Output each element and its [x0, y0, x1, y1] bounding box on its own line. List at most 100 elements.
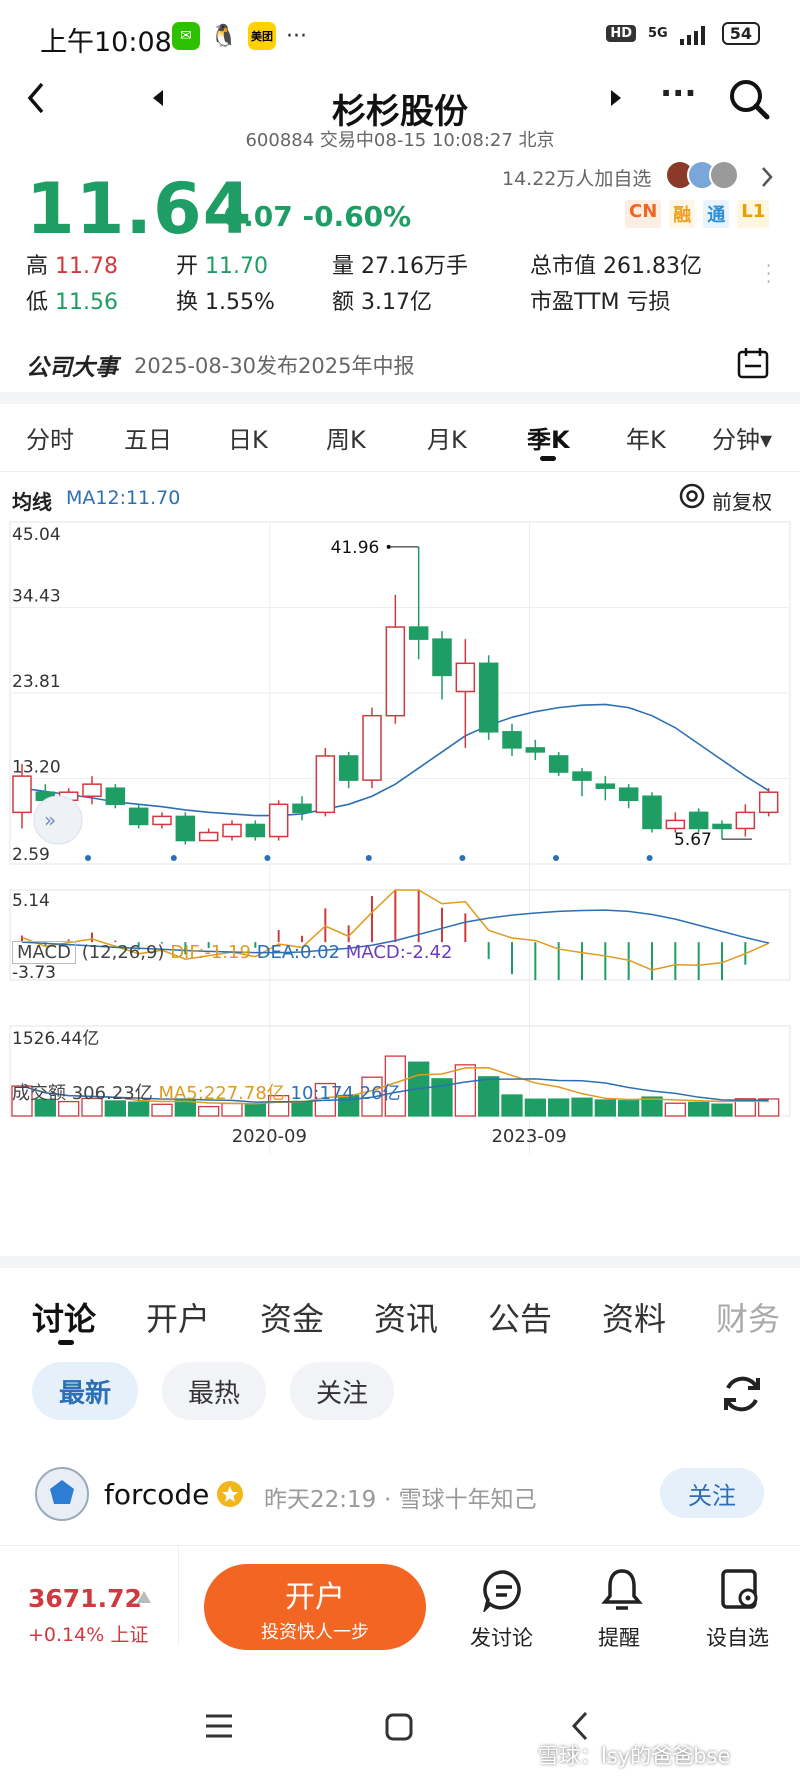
candle-body: [548, 755, 569, 773]
more-icon[interactable]: ···: [660, 74, 696, 112]
company-events[interactable]: 公司大事 2025-08-30发布2025年中报: [0, 338, 800, 398]
open-account-button[interactable]: 开户 投资快人一步: [204, 1564, 426, 1650]
y-tick-label: 45.04: [12, 525, 61, 545]
volume-bar: [501, 1094, 523, 1117]
turnover-value: 1.55%: [205, 290, 275, 315]
tab-profile[interactable]: 资料: [602, 1294, 666, 1340]
tab-daily[interactable]: 日K: [228, 420, 268, 455]
post-username[interactable]: forcode: [104, 1478, 209, 1511]
volume-bar: [221, 1102, 243, 1117]
tab-five-day[interactable]: 五日: [124, 420, 172, 455]
candle-body: [455, 662, 476, 693]
candle-body: [338, 755, 359, 781]
dif-value: DIF:-1.19: [170, 942, 251, 963]
high-label: 高: [26, 254, 49, 279]
kline-chart-area[interactable]: 均线 MA12:11.70 前复权 45.04 34.43 23.81 13.20 2.…: [0, 472, 800, 1260]
amount-label: 额: [332, 290, 355, 315]
active-tab-indicator: [540, 456, 556, 461]
calendar-icon[interactable]: [736, 346, 770, 380]
avatar: [709, 160, 739, 190]
tab-funds[interactable]: 资金: [260, 1294, 324, 1340]
ma5-value: MA5:227.78亿: [158, 1083, 285, 1104]
filter-following[interactable]: 关注: [290, 1362, 394, 1420]
tab-minute[interactable]: 分钟▾: [712, 420, 772, 455]
pe-label: 市盈TTM: [530, 290, 620, 315]
tab-intraday[interactable]: 分时: [26, 420, 74, 455]
expand-chevrons-icon: »: [44, 808, 56, 832]
alert-label[interactable]: 提醒: [598, 1622, 640, 1652]
discuss-icon[interactable]: [482, 1568, 526, 1612]
volume-bar: [524, 1098, 546, 1117]
stock-header: 杉杉股份 600884 交易中08-15 10:08:27 北京 ···: [0, 74, 800, 166]
tab-financials[interactable]: 财务: [716, 1294, 780, 1340]
menu-icon[interactable]: [204, 1712, 234, 1740]
candle-body: [595, 783, 616, 789]
next-stock-icon[interactable]: [608, 88, 624, 108]
settings-gear-icon[interactable]: [676, 480, 708, 512]
price-change: -0.07 -0.60%: [212, 200, 412, 233]
candle-body: [222, 823, 242, 838]
tab-discuss[interactable]: 讨论: [32, 1294, 96, 1340]
home-icon[interactable]: [384, 1712, 414, 1742]
volume-bar: [151, 1103, 173, 1117]
search-icon[interactable]: [728, 78, 770, 120]
low-label: 低: [26, 290, 49, 315]
candle-body: [292, 803, 312, 814]
candle-body: [362, 714, 382, 781]
event-dot: [85, 855, 91, 861]
battery-icon: 54: [721, 22, 760, 45]
volume-bar: [618, 1100, 640, 1117]
discuss-label[interactable]: 发讨论: [470, 1622, 533, 1652]
tag-margin: 融: [669, 200, 696, 228]
candle-body: [502, 731, 522, 749]
follow-user-button[interactable]: 关注: [660, 1468, 764, 1518]
chevron-right-icon[interactable]: [760, 166, 774, 188]
tab-open-account[interactable]: 开户: [146, 1294, 210, 1340]
filter-latest[interactable]: 最新: [32, 1362, 138, 1420]
bell-icon[interactable]: [600, 1566, 644, 1612]
x-tick-label: 2023-09: [491, 1126, 566, 1147]
ma10-value: 10:174.26亿: [290, 1083, 401, 1104]
candle-body: [688, 811, 709, 830]
expand-dots-icon[interactable]: · · ·: [766, 258, 771, 290]
add-watchlist-icon[interactable]: [718, 1566, 762, 1612]
ma12-value: MA12:11.70: [66, 487, 181, 509]
y-tick-label: 13.20: [12, 758, 61, 778]
low-annotation: 5.67: [674, 830, 712, 850]
event-dot: [646, 855, 653, 861]
candle-body: [198, 831, 219, 842]
volume-bar: [594, 1099, 616, 1117]
refresh-icon[interactable]: [720, 1372, 764, 1416]
status-bar: 上午10:08 ✉ 🐧 美团 ··· HD 5G 54: [0, 0, 800, 76]
tag-connect: 通: [703, 200, 730, 228]
tab-quarterly[interactable]: 季K: [527, 420, 570, 455]
back-icon[interactable]: [570, 1710, 590, 1742]
watchlist-label[interactable]: 设自选: [706, 1622, 769, 1652]
filter-hot[interactable]: 最热: [162, 1362, 266, 1420]
candle-body: [315, 755, 336, 814]
tag-cn: CN: [625, 200, 662, 228]
tab-yearly[interactable]: 年K: [626, 420, 666, 455]
event-dot: [264, 855, 271, 861]
pe-value: 亏损: [626, 290, 671, 315]
high-value: 11.78: [55, 254, 118, 279]
candle-body: [735, 811, 756, 830]
macd-legend: MACD (12,26,9) DIF:-1.19 DEA:0.02 MACD:-…: [12, 941, 452, 964]
volume-y-max: 1526.44亿: [12, 1029, 99, 1049]
high-annotation: 41.96: [331, 538, 380, 558]
tab-monthly[interactable]: 月K: [427, 420, 467, 455]
candle-body: [712, 823, 732, 830]
tab-announcements[interactable]: 公告: [488, 1294, 552, 1340]
index-value[interactable]: 3671.72: [28, 1584, 142, 1613]
tab-news[interactable]: 资讯: [374, 1294, 438, 1340]
turnover-amount-value: 306.23亿: [71, 1083, 153, 1104]
section-divider: [0, 1256, 800, 1268]
user-avatar-icon[interactable]: [34, 1466, 90, 1522]
high-marker-dot: [386, 544, 391, 549]
tab-weekly[interactable]: 周K: [326, 420, 366, 455]
volume-bar: [571, 1097, 593, 1117]
candle-body: [665, 819, 686, 830]
notification-icons: ✉ 🐧 美团 ···: [172, 22, 307, 50]
adjust-mode[interactable]: 前复权: [712, 486, 772, 515]
macd-label: MACD: [12, 941, 76, 964]
